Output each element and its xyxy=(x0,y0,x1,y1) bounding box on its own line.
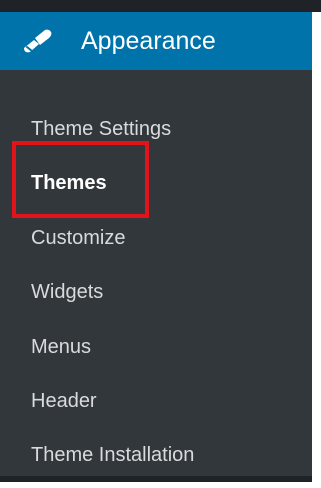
submenu-item-widgets[interactable]: Widgets xyxy=(31,276,103,308)
submenu-item-header[interactable]: Header xyxy=(31,385,97,417)
admin-bar-strip xyxy=(0,0,321,12)
themes-highlight-outline xyxy=(12,141,149,218)
submenu-item-theme-installation[interactable]: Theme Installation xyxy=(31,439,194,471)
admin-menu-screenshot: Appearance Theme Settings Themes Customi… xyxy=(0,0,321,488)
right-edge xyxy=(312,12,321,482)
appearance-menu-label: Appearance xyxy=(81,27,216,55)
submenu-item-customize[interactable]: Customize xyxy=(31,222,125,254)
submenu-item-menus[interactable]: Menus xyxy=(31,331,91,363)
paintbrush-icon xyxy=(24,29,52,53)
appearance-menu-item[interactable]: Appearance xyxy=(0,12,321,70)
